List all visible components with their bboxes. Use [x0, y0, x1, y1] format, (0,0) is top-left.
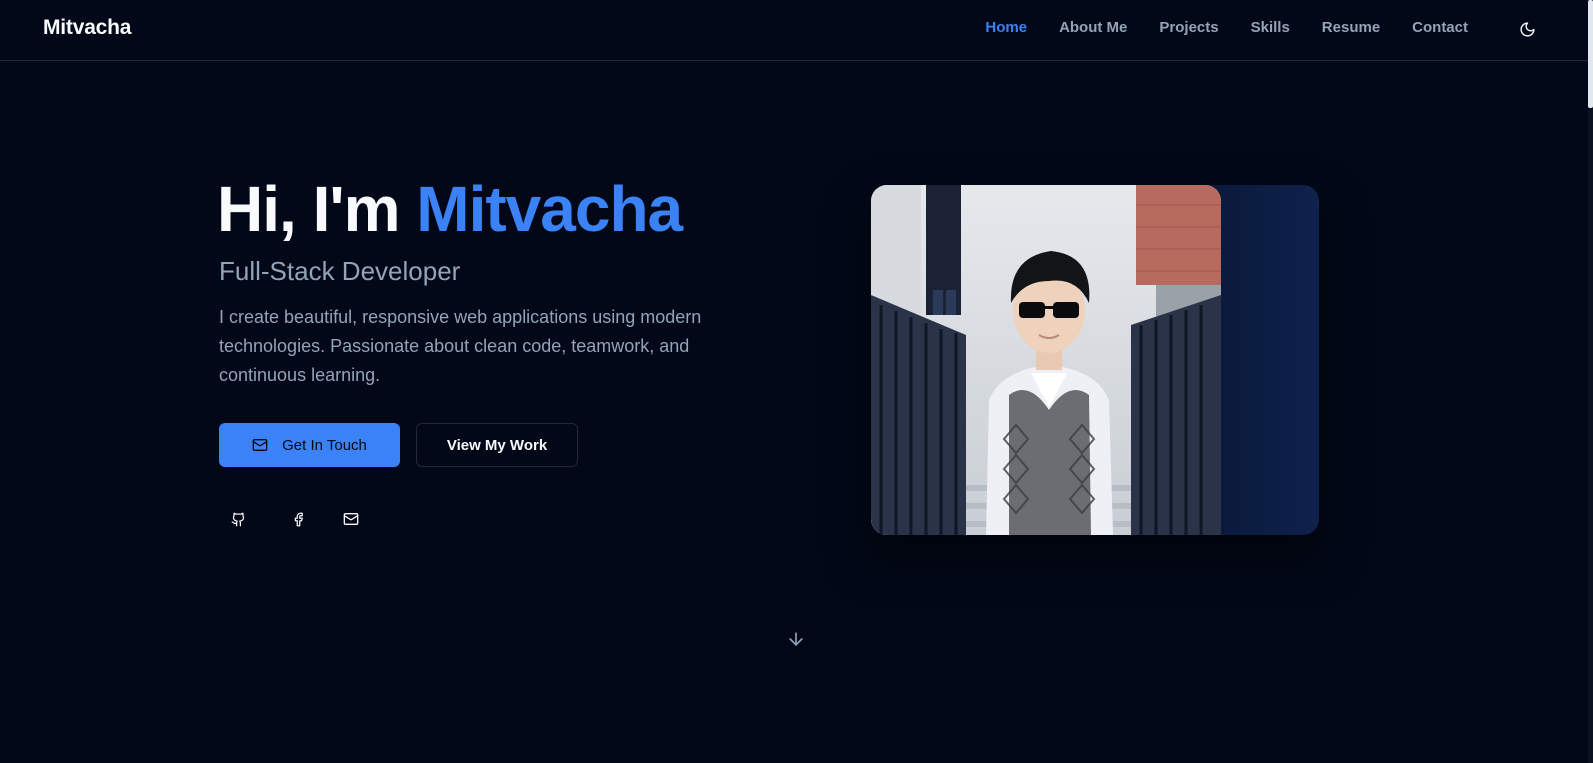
hero-name: Mitvacha [416, 173, 683, 245]
view-my-work-button[interactable]: View My Work [416, 423, 578, 467]
hero-description: I create beautiful, responsive web appli… [219, 307, 702, 385]
scroll-down-button[interactable] [784, 627, 808, 651]
view-my-work-label: View My Work [446, 436, 548, 454]
get-in-touch-label: Get In Touch [282, 436, 367, 454]
navbar: Mitvacha Home About Me Projects Skills R… [0, 0, 1593, 61]
scrollbar-thumb[interactable] [1588, 0, 1593, 108]
brand-logo[interactable]: Mitvacha [43, 16, 131, 40]
hero-greeting: Hi, I'm [217, 173, 417, 245]
nav-link-skills[interactable]: Skills [1251, 19, 1290, 36]
github-link[interactable] [226, 507, 250, 531]
moon-icon [1519, 21, 1535, 37]
page-scrollbar[interactable] [1588, 0, 1593, 763]
mail-icon [343, 513, 359, 525]
facebook-link[interactable] [286, 507, 310, 531]
nav-links: Home About Me Projects Skills Resume Con… [985, 19, 1468, 36]
mail-icon [252, 439, 268, 451]
facebook-icon [294, 512, 303, 526]
nav-link-contact[interactable]: Contact [1412, 19, 1468, 36]
arrow-down-icon [789, 632, 803, 646]
profile-photo-illustration [871, 185, 1221, 535]
get-in-touch-button[interactable]: Get In Touch [219, 423, 400, 467]
theme-toggle-button[interactable] [1515, 17, 1539, 41]
profile-photo [871, 185, 1221, 535]
github-icon [231, 512, 244, 526]
hero-subtitle: Full-Stack Developer [219, 256, 461, 286]
nav-link-projects[interactable]: Projects [1159, 19, 1218, 36]
nav-link-about[interactable]: About Me [1059, 19, 1127, 36]
email-link[interactable] [339, 507, 363, 531]
nav-link-home[interactable]: Home [985, 19, 1027, 36]
hero-title: Hi, I'm Mitvacha [217, 173, 683, 245]
nav-link-resume[interactable]: Resume [1322, 19, 1380, 36]
